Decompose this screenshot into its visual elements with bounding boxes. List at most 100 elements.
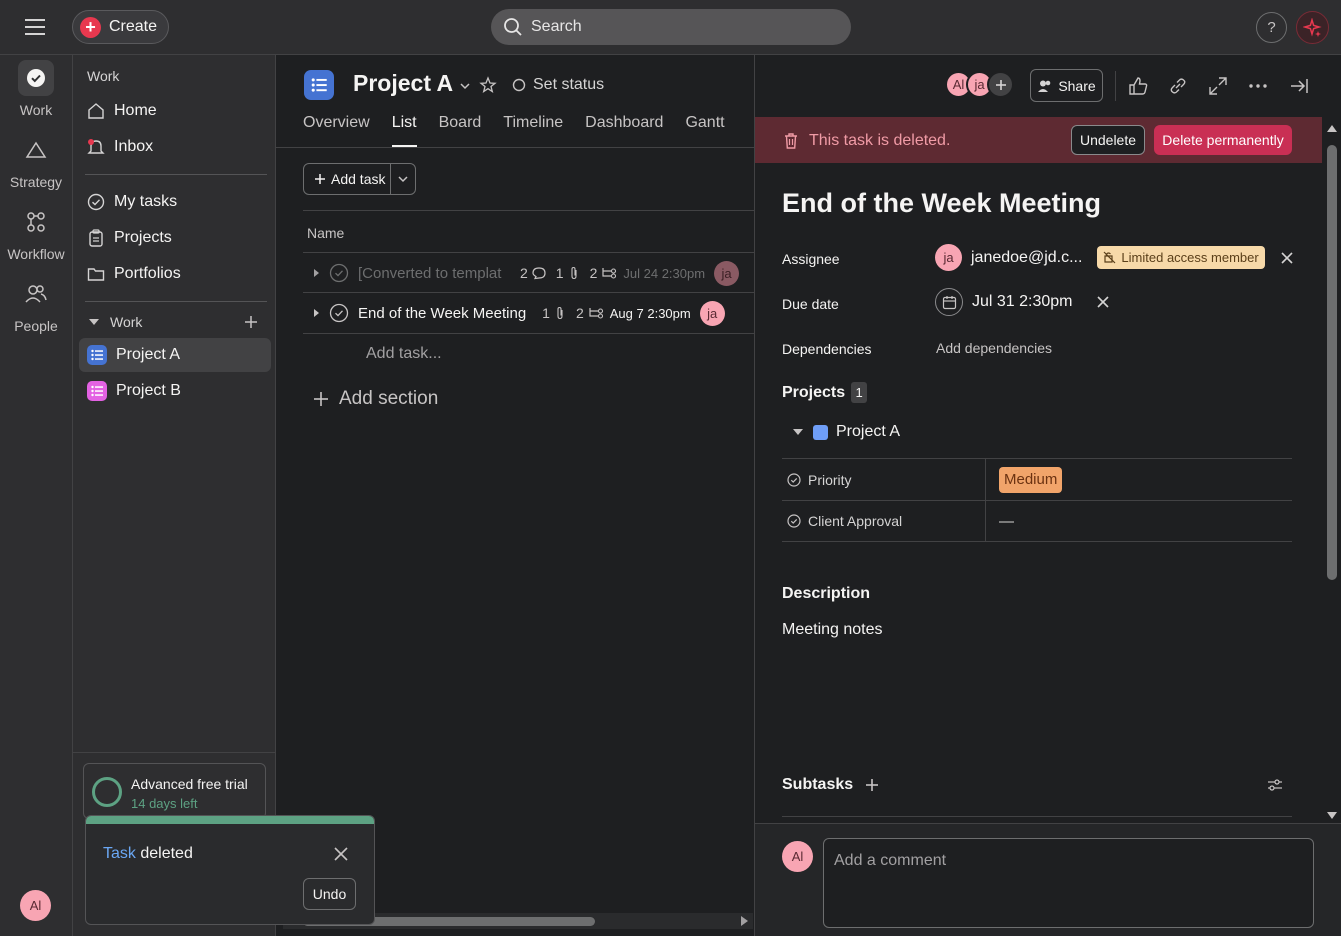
complete-check-icon[interactable] [329,263,349,283]
clear-due-date-icon[interactable] [1096,295,1110,309]
scrollbar-thumb[interactable] [1327,145,1337,580]
scroll-up-icon [1327,125,1337,132]
rail-item-workflow[interactable]: Workflow [0,204,72,262]
description-label: Description [782,585,871,602]
help-button[interactable]: ? [1256,12,1287,43]
search-input[interactable]: Search [491,9,851,45]
custom-fields-table: Priority Medium Client Approval — [782,458,1292,542]
undelete-button[interactable]: Undelete [1071,125,1145,155]
folder-icon [87,268,105,281]
close-icon[interactable] [332,845,350,863]
search-placeholder: Search [531,18,582,35]
rail-item-work[interactable]: Work [0,60,72,118]
calendar-icon [935,288,963,316]
more-options-icon[interactable] [1247,75,1269,97]
sidebar-divider [85,301,267,302]
list-icon [87,345,107,365]
task-deleted-toast: Task deleted Undo [85,815,375,925]
project-title[interactable]: Project A [353,70,453,97]
close-pane-icon[interactable] [1288,75,1310,97]
share-button[interactable]: Share [1030,69,1103,102]
tab-timeline[interactable]: Timeline [503,114,563,147]
expand-caret-icon[interactable] [303,308,329,318]
set-status-button[interactable]: Set status [512,76,604,94]
deleted-banner: This task is deleted. Undelete Delete pe… [755,117,1322,163]
deleted-message: This task is deleted. [782,132,950,150]
toast-task-link[interactable]: Task [103,845,136,862]
tab-dashboard[interactable]: Dashboard [585,114,663,147]
comment-composer: Al Add a comment [755,823,1341,936]
collaborators[interactable]: Al ja [945,71,1014,98]
attachment-icon [571,266,577,280]
add-task-dropdown[interactable] [391,173,415,185]
field-check-icon [787,514,801,528]
menu-icon[interactable] [24,16,48,38]
name-column-header[interactable]: Name [307,225,344,241]
undo-button[interactable]: Undo [303,878,356,910]
sidebar-item-projects[interactable]: Projects [79,221,271,255]
vertical-scrollbar[interactable] [1322,117,1341,827]
task-row[interactable]: End of the Week Meeting 1 2 Aug 7 2:30pm… [303,293,754,333]
expand-caret-icon[interactable] [303,268,329,278]
add-task-inline[interactable]: Add task... [366,345,442,363]
create-button[interactable]: + Create [72,10,169,44]
trial-card[interactable]: Advanced free trial 14 days left [83,763,266,819]
add-collaborator-button[interactable] [987,71,1014,98]
add-project-button[interactable] [243,314,259,330]
sidebar-item-portfolios[interactable]: Portfolios [79,257,271,291]
expand-icon[interactable] [1207,75,1229,97]
star-icon[interactable] [479,76,497,94]
assignee-name[interactable]: janedoe@jd.c... [971,249,1082,267]
task-project-item[interactable]: Project A [791,423,900,441]
rail-item-people[interactable]: People [0,276,72,334]
task-due-date: Aug 7 2:30pm [609,305,691,321]
task-name[interactable]: End of the Week Meeting [358,305,526,322]
subtask-settings-icon[interactable] [1267,777,1283,793]
sparkle-icon [1302,17,1322,37]
task-row[interactable]: [Converted to templat 2 1 2 Jul 24 2:30p… [303,253,754,293]
tab-list[interactable]: List [391,114,417,147]
description-text[interactable]: Meeting notes [782,621,883,639]
tab-board[interactable]: Board [439,114,482,147]
top-bar: + Create Search ? [0,0,1341,55]
link-icon[interactable] [1167,75,1189,97]
complete-check-icon[interactable] [329,303,349,323]
thumbs-up-icon[interactable] [1127,75,1149,97]
workflow-icon [18,204,54,240]
assignee-avatar[interactable]: ja [714,260,740,286]
detail-toolbar: Al ja Share [755,55,1341,117]
priority-chip[interactable]: Medium [999,466,1063,493]
tab-overview[interactable]: Overview [303,114,370,147]
assignee-field[interactable]: ja janedoe@jd.c... Limited access member [935,244,1294,271]
subtasks-header: Subtasks [782,776,879,794]
assignee-avatar[interactable]: ja [699,300,725,326]
toast-accent-bar [86,816,374,824]
due-date-field[interactable]: Jul 31 2:30pm [935,288,1110,316]
client-approval-value[interactable]: — [986,513,1014,530]
sidebar-item-project-a[interactable]: Project A [79,338,271,372]
due-date-value[interactable]: Jul 31 2:30pm [972,293,1073,311]
tab-gantt[interactable]: Gantt [685,114,724,147]
trial-days-left: 14 days left [131,796,198,811]
add-task-button[interactable]: Add task [303,163,416,195]
sidebar-item-project-b[interactable]: Project B [79,374,271,408]
chevron-down-icon[interactable] [458,79,472,93]
task-title[interactable]: End of the Week Meeting [782,188,1101,219]
task-name[interactable]: [Converted to templat [358,265,510,282]
sidebar-item-inbox[interactable]: Inbox [79,130,271,164]
user-avatar[interactable]: Al [20,890,51,921]
comment-input[interactable]: Add a comment [823,838,1314,928]
custom-field-row: Client Approval — [782,500,1292,542]
dependencies-label: Dependencies [782,341,872,357]
sidebar-item-my-tasks[interactable]: My tasks [79,185,271,219]
add-dependencies-button[interactable]: Add dependencies [936,340,1052,356]
remove-assignee-icon[interactable] [1280,251,1294,265]
sidebar-footer-divider [73,752,276,753]
sidebar-item-home[interactable]: Home [79,94,271,128]
delete-permanently-button[interactable]: Delete permanently [1154,125,1292,155]
add-subtask-icon[interactable] [865,778,879,792]
rail-item-strategy[interactable]: Strategy [0,132,72,190]
add-section-button[interactable]: Add section [313,388,438,410]
ai-sparkle-button[interactable] [1296,11,1329,44]
assignee-label: Assignee [782,251,840,267]
